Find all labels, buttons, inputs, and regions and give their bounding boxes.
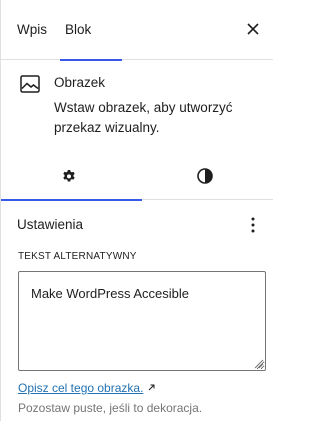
block-title: Obrazek — [54, 75, 106, 90]
more-vertical-icon — [251, 217, 255, 233]
external-link-icon — [149, 384, 155, 391]
close-sidebar-button[interactable] — [241, 17, 265, 41]
image-icon — [20, 75, 40, 93]
block-inspector-sidebar: Wpis Blok Obrazek Wstaw obrazek, aby utw… — [0, 0, 273, 421]
tab-post-label: Wpis — [17, 22, 47, 37]
panel-options-button[interactable] — [241, 213, 265, 237]
alt-text-help: Pozostaw puste, jeśli to dekoracja. — [18, 401, 203, 415]
block-description: Wstaw obrazek, aby utworzyć przekaz wizu… — [54, 100, 233, 135]
describe-image-link-label: Opisz cel tego obrazka. — [18, 381, 144, 395]
describe-image-link[interactable]: Opisz cel tego obrazka. — [18, 381, 156, 395]
close-icon — [247, 23, 259, 35]
inspector-tabs — [1, 152, 273, 201]
tab-post[interactable]: Wpis — [17, 0, 53, 60]
sidebar-tabs: Wpis Blok — [1, 0, 273, 61]
tab-block-label: Blok — [65, 22, 92, 37]
tab-settings[interactable] — [1, 152, 142, 201]
panel-title: Ustawienia — [17, 217, 84, 232]
alt-text-field[interactable] — [18, 271, 266, 371]
tab-block[interactable]: Blok — [60, 0, 122, 61]
alt-text-label: TEKST ALTERNATYWNY — [18, 251, 137, 262]
half-circle-icon — [197, 168, 213, 184]
tab-styles[interactable] — [137, 152, 273, 200]
active-tab-indicator — [1, 199, 142, 201]
block-card: Obrazek Wstaw obrazek, aby utworzyć prze… — [1, 60, 273, 152]
gear-icon — [63, 170, 75, 182]
